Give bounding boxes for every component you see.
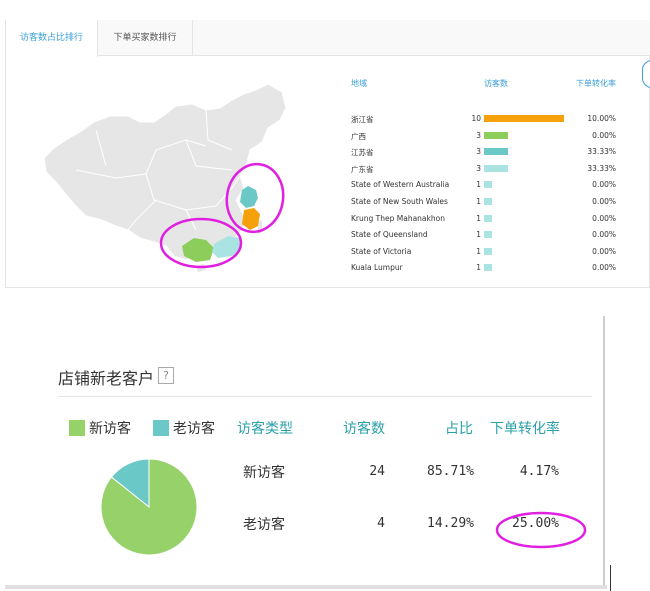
ranking-region: 江苏省 — [351, 148, 374, 158]
ranking-row: Krung Thep Mahanakhon 1 0.00% — [346, 214, 621, 228]
ranking-row: Kuala Lumpur 1 0.00% — [346, 263, 621, 277]
ranking-rate: 0.00% — [592, 213, 616, 223]
ranking-bar — [484, 164, 508, 172]
tab-bar: 访客数占比排行 下单买家数排行 — [6, 20, 650, 57]
tab-buyer-count[interactable]: 下单买家数排行 — [98, 20, 193, 56]
ranking-visitors: 1 — [476, 213, 481, 223]
ranking-row: 广西 3 0.00% — [346, 131, 621, 145]
row-new-conversion: 4.17% — [519, 464, 559, 479]
text-cursor-line — [610, 565, 611, 591]
ranking-bar — [484, 264, 492, 272]
ranking-visitors: 1 — [476, 197, 481, 206]
row-new-type: 新访客 — [243, 465, 285, 481]
header-conversion: 下单转化率 — [576, 79, 616, 88]
visitor-type-pie — [100, 458, 198, 556]
ranking-bar — [484, 247, 492, 255]
panel-bottom-border — [5, 585, 607, 589]
ranking-rate: 0.00% — [592, 180, 616, 190]
region-ranking-panel: 访客数占比排行 下单买家数排行 地域 访客数 下单转化率 浙江省 10 10.00%… — [5, 20, 650, 288]
ranking-rate: 0.00% — [592, 230, 616, 240]
cut-off-header — [5, 0, 650, 8]
row-returning-type: 老访客 — [243, 517, 285, 533]
ranking-rate: 0.00% — [592, 197, 616, 206]
legend-label-new: 新访客 — [89, 421, 131, 437]
ranking-bar — [484, 198, 492, 205]
map-island-hainan — [196, 264, 206, 272]
col-visitor-count: 访客数 — [343, 421, 385, 437]
ranking-rate: 0.00% — [592, 130, 616, 140]
ranking-visitors: 1 — [476, 180, 481, 190]
header-region: 地域 — [351, 79, 367, 88]
col-share: 占比 — [445, 421, 473, 437]
section-title: 店铺新老客户 — [58, 369, 155, 388]
ranking-rate: 33.33% — [587, 147, 616, 157]
ranking-bar — [484, 181, 492, 189]
row-new-share: 85.71% — [427, 464, 474, 479]
ranking-region: State of Victoria — [351, 246, 412, 256]
ranking-rate: 0.00% — [592, 263, 616, 273]
map-land — [43, 83, 287, 261]
header-visitors: 访客数 — [484, 79, 508, 88]
row-new-visitors: 24 — [369, 464, 385, 479]
ranking-rate: 33.33% — [587, 163, 616, 173]
col-conversion: 下单转化率 — [490, 421, 560, 437]
ranking-row: 浙江省 10 10.00% — [346, 114, 621, 128]
ranking-visitors: 1 — [476, 246, 481, 256]
side-expand-button[interactable] — [642, 60, 650, 88]
ranking-rate: 10.00% — [587, 114, 616, 123]
ranking-region: 广东省 — [351, 164, 374, 174]
legend-label-returning: 老访客 — [173, 421, 215, 437]
ranking-visitors: 3 — [476, 163, 481, 173]
legend-swatch-new — [69, 420, 85, 436]
row-returning-conversion: 25.00% — [512, 516, 559, 531]
ranking-region: 广西 — [351, 131, 366, 141]
ranking-row: 江苏省 3 33.33% — [346, 147, 621, 161]
ranking-row: State of Western Australia 1 0.00% — [346, 180, 621, 194]
row-returning-visitors: 4 — [377, 516, 385, 531]
ranking-visitors: 10 — [471, 114, 481, 123]
row-returning-share: 14.29% — [427, 516, 474, 531]
ranking-bar — [484, 231, 492, 239]
ranking-visitors: 1 — [476, 230, 481, 240]
ranking-region: State of Western Australia — [351, 180, 450, 190]
china-map — [43, 83, 287, 272]
ranking-region: State of New South Wales — [351, 197, 448, 206]
ranking-region: State of Queensland — [351, 230, 428, 240]
customer-type-panel: 店铺新老客户 ? 新访客 老访客 访客类型 访客数 占比 下单转化率 新访客 2… — [5, 316, 605, 586]
ranking-region: Krung Thep Mahanakhon — [351, 213, 445, 223]
divider — [58, 396, 592, 397]
ranking-visitors: 3 — [476, 147, 481, 157]
ranking-row: 广东省 3 33.33% — [346, 164, 621, 178]
col-visitor-type: 访客类型 — [237, 421, 293, 437]
ranking-bar — [484, 214, 492, 222]
ranking-region: 浙江省 — [351, 115, 374, 124]
ranking-row: State of Victoria 1 0.00% — [346, 247, 621, 261]
ranking-visitors: 1 — [476, 263, 481, 273]
tab-visitor-share[interactable]: 访客数占比排行 — [6, 20, 98, 57]
legend-swatch-returning — [153, 420, 169, 436]
ranking-visitors: 3 — [476, 130, 481, 140]
ranking-rate: 0.00% — [592, 246, 616, 256]
ranking-region: Kuala Lumpur — [351, 263, 403, 273]
ranking-row: State of Queensland 1 0.00% — [346, 230, 621, 244]
ranking-bar — [484, 131, 508, 139]
ranking-row: State of New South Wales 1 0.00% — [346, 197, 621, 211]
ranking-bar — [484, 115, 564, 122]
map-region-zhejiang — [242, 208, 260, 230]
help-icon[interactable]: ? — [158, 367, 174, 384]
ranking-bar — [484, 148, 508, 156]
